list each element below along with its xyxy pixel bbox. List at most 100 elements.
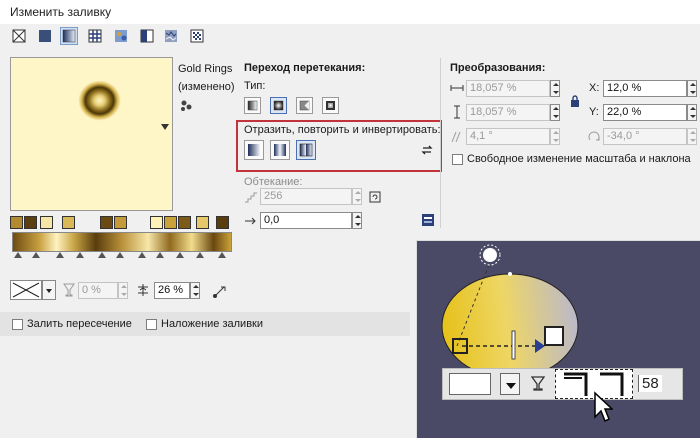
elliptical-type-button[interactable] [270, 97, 287, 114]
x-offset-spinner[interactable] [687, 80, 697, 97]
node-color-dropdown[interactable] [42, 280, 56, 300]
no-fill-button[interactable] [10, 27, 28, 45]
color-node[interactable] [10, 216, 23, 229]
gradient-bar[interactable] [12, 232, 232, 252]
fill-overlap-label: Наложение заливки [161, 318, 263, 330]
rotate-icon [587, 130, 601, 144]
inset-color-dropdown[interactable] [500, 373, 520, 395]
node-marker[interactable] [116, 252, 124, 258]
steps-input[interactable]: 256 [260, 188, 352, 205]
color-node[interactable] [24, 216, 37, 229]
fill-width-input[interactable]: 18,057 % [466, 80, 550, 97]
node-marker[interactable] [98, 252, 106, 258]
vector-pattern-icon [88, 29, 102, 43]
skew-spinner[interactable] [550, 128, 560, 145]
rotate-input[interactable]: -34,0 ° [603, 128, 687, 145]
fill-status: (изменено) [178, 81, 235, 93]
node-marker[interactable] [196, 252, 204, 258]
linear-type-button[interactable] [244, 97, 261, 114]
bitmap-pattern-button[interactable] [112, 27, 130, 45]
blend-direction-icon [213, 286, 226, 298]
rectangular-type-button[interactable] [322, 97, 339, 114]
y-offset-spinner[interactable] [687, 104, 697, 121]
repeat-fill-button[interactable] [296, 140, 316, 160]
uniform-fill-button[interactable] [36, 27, 54, 45]
free-scale-checkbox[interactable] [452, 154, 463, 165]
node-marker[interactable] [76, 252, 84, 258]
width-icon [450, 81, 464, 95]
transparency-spinner[interactable] [118, 282, 128, 299]
steps-icon [244, 190, 258, 204]
color-node[interactable] [100, 216, 113, 229]
conical-gradient-icon [299, 100, 310, 111]
fill-height-spinner[interactable] [550, 104, 560, 121]
acceleration-icon [244, 214, 258, 228]
skew-input[interactable]: 4,1 ° [466, 128, 550, 145]
node-position-input[interactable]: 26 % [154, 282, 190, 299]
steps-spinner[interactable] [352, 188, 362, 205]
vector-pattern-button[interactable] [86, 27, 104, 45]
node-marker[interactable] [156, 252, 164, 258]
acceleration-spinner[interactable] [352, 212, 362, 229]
interactive-fill-preview [441, 244, 579, 379]
color-node[interactable] [164, 216, 177, 229]
node-marker[interactable] [218, 252, 226, 258]
save-fill-icon [181, 100, 192, 111]
default-fill-button[interactable] [244, 140, 264, 160]
mirror-blend-icon [274, 144, 286, 156]
color-node[interactable] [40, 216, 53, 229]
color-node[interactable] [150, 216, 163, 229]
inset-color-swatch[interactable] [449, 373, 491, 395]
node-marker[interactable] [176, 252, 184, 258]
lock-ratio-button[interactable] [569, 94, 581, 108]
node-marker[interactable] [14, 252, 22, 258]
blend-type-label: Тип: [244, 80, 266, 92]
color-node[interactable] [196, 216, 209, 229]
fill-overlap-checkbox[interactable] [146, 319, 157, 330]
node-marker[interactable] [32, 252, 40, 258]
acceleration-input[interactable]: 0,0 [260, 212, 352, 229]
y-offset-input[interactable]: 22,0 % [603, 104, 687, 121]
lock-icon [571, 95, 579, 107]
fill-height-input[interactable]: 18,057 % [466, 104, 550, 121]
fountain-fill-button[interactable] [60, 27, 78, 45]
fill-width-spinner[interactable] [550, 80, 560, 97]
elliptical-gradient-icon [273, 100, 284, 111]
rotate-spinner[interactable] [687, 128, 697, 145]
mouse-cursor [593, 391, 614, 423]
node-marker[interactable] [56, 252, 64, 258]
rectangular-gradient-icon [326, 101, 335, 110]
inset-canvas: 58 [416, 240, 700, 438]
color-node[interactable] [216, 216, 229, 229]
node-position-spinner[interactable] [190, 282, 200, 299]
blend-direction-button[interactable] [212, 283, 228, 299]
postscript-fill-button[interactable] [188, 27, 206, 45]
reverse-fill-button[interactable] [420, 143, 434, 157]
inset-value[interactable]: 58 [638, 375, 662, 392]
save-fill-button[interactable] [178, 98, 194, 114]
fill-intersection-checkbox[interactable] [12, 319, 23, 330]
smooth-transition-button[interactable] [420, 212, 436, 228]
color-node[interactable] [114, 216, 127, 229]
two-color-pattern-button[interactable] [138, 27, 156, 45]
chevron-down-icon [506, 383, 516, 389]
no-fill-icon [12, 29, 26, 43]
node-color-picker[interactable] [10, 280, 42, 300]
gold-rings-preview [11, 58, 172, 210]
transparency-input[interactable]: 0 % [78, 282, 118, 299]
x-offset-input[interactable]: 12,0 % [603, 80, 687, 97]
no-color-icon [12, 282, 40, 298]
steps-lock-button[interactable] [368, 190, 382, 204]
repeat-blend-icon [299, 143, 313, 157]
uniform-fill-icon [39, 30, 51, 42]
color-node[interactable] [178, 216, 191, 229]
preview-expand-arrow[interactable] [161, 124, 169, 130]
edit-fill-dialog: Изменить заливку Gold Rings (изменено) 0… [0, 0, 700, 438]
texture-fill-button[interactable] [162, 27, 180, 45]
conical-type-button[interactable] [296, 97, 313, 114]
skew-icon [450, 130, 464, 144]
color-node[interactable] [62, 216, 75, 229]
node-marker[interactable] [138, 252, 146, 258]
mirror-fill-button[interactable] [270, 140, 290, 160]
panel-divider [440, 58, 441, 228]
